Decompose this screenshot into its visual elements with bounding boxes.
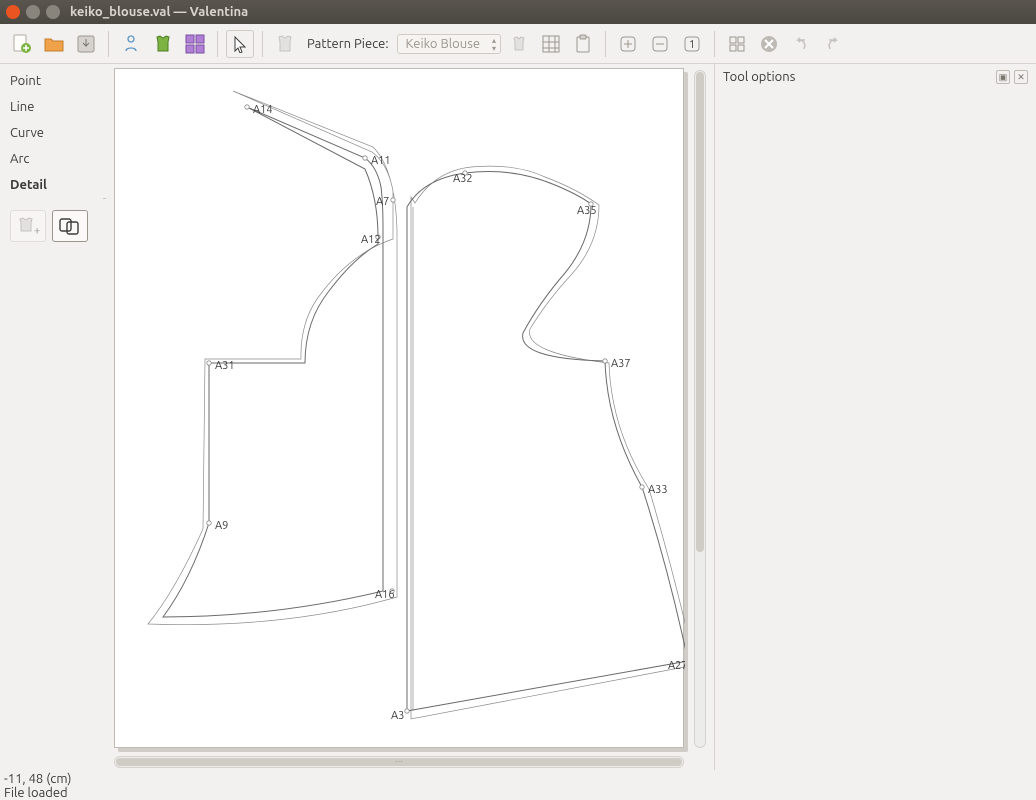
person-icon xyxy=(120,33,142,55)
svg-text:A3: A3 xyxy=(391,710,404,722)
cursor-icon xyxy=(231,35,249,53)
tab-line[interactable]: Line xyxy=(0,94,106,120)
tab-arc[interactable]: Arc xyxy=(0,146,106,172)
svg-text:A37: A37 xyxy=(611,358,631,370)
config-pattern-button[interactable] xyxy=(505,30,533,58)
svg-text:A11: A11 xyxy=(371,155,391,167)
minimize-icon[interactable] xyxy=(26,5,40,19)
drawing-canvas[interactable]: A14 A11 A7 A32 A35 A12 A31 A37 A33 A9 A1… xyxy=(114,68,684,748)
close-circle-icon xyxy=(759,34,779,54)
separator xyxy=(217,31,218,57)
separator xyxy=(605,31,606,57)
separator xyxy=(714,31,715,57)
pointer-button[interactable] xyxy=(226,30,254,58)
status-bar: -11, 48 (cm) File loaded xyxy=(0,770,1036,800)
svg-text:A16: A16 xyxy=(375,589,395,601)
plus-box-icon xyxy=(619,35,637,53)
zoom-in-button[interactable] xyxy=(614,30,642,58)
maximize-icon[interactable] xyxy=(46,5,60,19)
tab-curve[interactable]: Curve xyxy=(0,120,106,146)
canvas-area: A14 A11 A7 A32 A35 A12 A31 A37 A33 A9 A1… xyxy=(106,64,714,770)
union-icon xyxy=(58,216,82,236)
save-icon xyxy=(75,33,97,55)
measurements-button[interactable] xyxy=(117,30,145,58)
zoom-reset-button[interactable]: 1 xyxy=(678,30,706,58)
status-message: File loaded xyxy=(4,786,1032,800)
svg-text:A7: A7 xyxy=(376,196,389,208)
clipboard-button[interactable] xyxy=(569,30,597,58)
chevron-updown-icon: ▴▾ xyxy=(492,37,496,53)
grid-icon xyxy=(184,33,206,55)
pattern-piece-value: Keiko Blouse xyxy=(406,37,480,51)
tab-detail[interactable]: Detail xyxy=(0,172,106,198)
draw-mode-button[interactable] xyxy=(149,30,177,58)
svg-text:A31: A31 xyxy=(215,360,235,372)
svg-text:A32: A32 xyxy=(453,173,473,185)
clipboard-icon xyxy=(573,34,593,54)
close-icon[interactable] xyxy=(6,5,20,19)
gear-vest-icon xyxy=(509,34,529,54)
tool-options-title: Tool options xyxy=(723,70,795,84)
table-button[interactable] xyxy=(537,30,565,58)
zoom-out-button[interactable] xyxy=(646,30,674,58)
svg-text:A12: A12 xyxy=(361,234,381,246)
scrollbar-horizontal[interactable]: ⋯ xyxy=(114,756,684,768)
vest-icon xyxy=(152,33,174,55)
folder-icon xyxy=(43,33,65,55)
pattern-svg: A14 A11 A7 A32 A35 A12 A31 A37 A33 A9 A1… xyxy=(115,69,685,749)
fit-icon xyxy=(728,35,746,53)
scrollbar-thumb[interactable] xyxy=(696,72,704,552)
main-toolbar: Pattern Piece: Keiko Blouse ▴▾ 1 xyxy=(0,24,1036,64)
table-icon xyxy=(541,34,561,54)
separator xyxy=(108,31,109,57)
stop-button[interactable] xyxy=(755,30,783,58)
vest-plus-icon xyxy=(274,33,296,55)
tab-point[interactable]: Point xyxy=(0,68,106,94)
new-file-button[interactable] xyxy=(8,30,36,58)
save-button[interactable] xyxy=(72,30,100,58)
new-pattern-piece-button[interactable] xyxy=(271,30,299,58)
undo-icon xyxy=(791,34,811,54)
svg-text:A27: A27 xyxy=(668,660,685,672)
union-tool[interactable] xyxy=(52,210,88,242)
coordinates-readout: -11, 48 (cm) xyxy=(4,772,1032,786)
window-title: keiko_blouse.val — Valentina xyxy=(70,5,248,19)
minus-box-icon xyxy=(651,35,669,53)
open-file-button[interactable] xyxy=(40,30,68,58)
undo-button[interactable] xyxy=(787,30,815,58)
seam-allowance-tool[interactable]: + xyxy=(10,210,46,242)
detach-panel-icon[interactable]: ▣ xyxy=(996,70,1010,84)
grip-icon: ⋯ xyxy=(395,757,403,766)
close-panel-icon[interactable]: ✕ xyxy=(1014,70,1028,84)
svg-text:A35: A35 xyxy=(577,205,597,217)
svg-text:A14: A14 xyxy=(253,104,273,116)
pattern-points: A14 A11 A7 A32 A35 A12 A31 A37 A33 A9 A1… xyxy=(207,104,685,722)
scrollbar-vertical[interactable] xyxy=(694,70,706,748)
details-mode-button[interactable] xyxy=(181,30,209,58)
titlebar: keiko_blouse.val — Valentina xyxy=(0,0,1036,24)
separator xyxy=(262,31,263,57)
tool-tabs-panel: Point Line Curve Arc Detail + xyxy=(0,64,106,770)
zoom-fit-button[interactable] xyxy=(723,30,751,58)
svg-text:A9: A9 xyxy=(215,520,228,532)
detail-tools: + xyxy=(0,202,106,250)
svg-text:A33: A33 xyxy=(648,484,668,496)
pattern-piece-select[interactable]: Keiko Blouse ▴▾ xyxy=(397,34,501,54)
vest-add-icon: + xyxy=(16,216,40,236)
pattern-piece-label: Pattern Piece: xyxy=(307,37,389,51)
redo-button[interactable] xyxy=(819,30,847,58)
main-area: Point Line Curve Arc Detail + xyxy=(0,64,1036,770)
one-box-icon: 1 xyxy=(683,35,701,53)
tool-options-panel: Tool options ▣ ✕ xyxy=(714,64,1036,770)
new-file-icon xyxy=(11,33,33,55)
svg-text:+: + xyxy=(34,225,40,236)
redo-icon xyxy=(823,34,843,54)
svg-text:1: 1 xyxy=(689,39,695,51)
